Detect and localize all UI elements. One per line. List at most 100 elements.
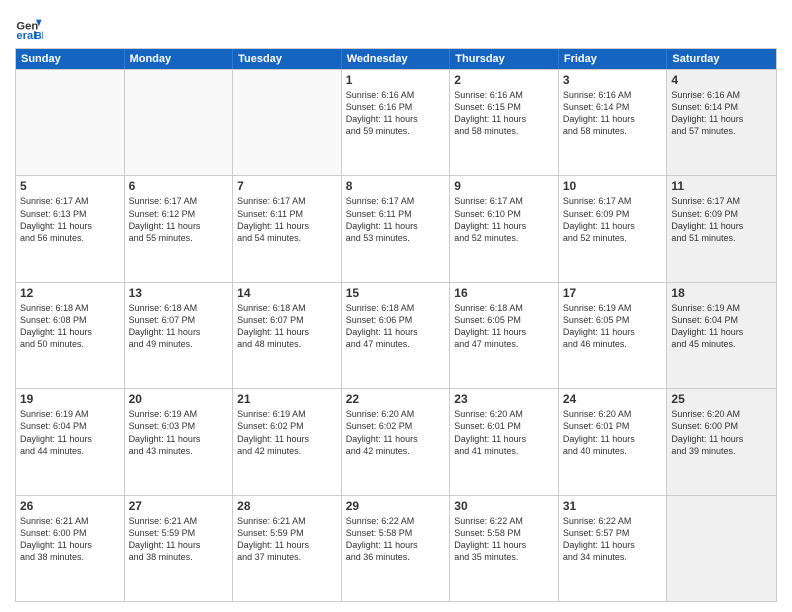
day-number: 2: [454, 73, 554, 87]
day-number: 15: [346, 286, 446, 300]
day-number: 9: [454, 179, 554, 193]
day-number: 3: [563, 73, 663, 87]
calendar-cell: 9 Sunrise: 6:17 AM Sunset: 6:10 PM Daylig…: [450, 176, 559, 281]
day-number: 24: [563, 392, 663, 406]
calendar-cell: 12 Sunrise: 6:18 AM Sunset: 6:08 PM Dayli…: [16, 283, 125, 388]
day-number: 22: [346, 392, 446, 406]
day-number: 19: [20, 392, 120, 406]
logo: Gen eral Blue: [15, 14, 45, 42]
calendar-cell: 15 Sunrise: 6:18 AM Sunset: 6:06 PM Dayli…: [342, 283, 451, 388]
cell-info: Sunrise: 6:18 AM Sunset: 6:08 PM Dayligh…: [20, 302, 120, 351]
day-number: 21: [237, 392, 337, 406]
calendar-cell: 5 Sunrise: 6:17 AM Sunset: 6:13 PM Daylig…: [16, 176, 125, 281]
cell-info: Sunrise: 6:19 AM Sunset: 6:03 PM Dayligh…: [129, 408, 229, 457]
calendar-cell: 31 Sunrise: 6:22 AM Sunset: 5:57 PM Dayli…: [559, 496, 668, 601]
calendar-cell: 22 Sunrise: 6:20 AM Sunset: 6:02 PM Dayli…: [342, 389, 451, 494]
calendar-cell: [16, 70, 125, 175]
calendar-cell: [667, 496, 776, 601]
cell-info: Sunrise: 6:19 AM Sunset: 6:02 PM Dayligh…: [237, 408, 337, 457]
calendar-cell: 27 Sunrise: 6:21 AM Sunset: 5:59 PM Dayli…: [125, 496, 234, 601]
cell-info: Sunrise: 6:17 AM Sunset: 6:10 PM Dayligh…: [454, 195, 554, 244]
day-number: 16: [454, 286, 554, 300]
cell-info: Sunrise: 6:21 AM Sunset: 6:00 PM Dayligh…: [20, 515, 120, 564]
day-number: 27: [129, 499, 229, 513]
cell-info: Sunrise: 6:17 AM Sunset: 6:13 PM Dayligh…: [20, 195, 120, 244]
calendar-cell: 10 Sunrise: 6:17 AM Sunset: 6:09 PM Dayli…: [559, 176, 668, 281]
cell-info: Sunrise: 6:19 AM Sunset: 6:05 PM Dayligh…: [563, 302, 663, 351]
day-number: 4: [671, 73, 772, 87]
weekday-header: Tuesday: [233, 49, 342, 69]
weekday-header: Saturday: [667, 49, 776, 69]
calendar-cell: 14 Sunrise: 6:18 AM Sunset: 6:07 PM Dayli…: [233, 283, 342, 388]
calendar-row: 26 Sunrise: 6:21 AM Sunset: 6:00 PM Dayli…: [16, 495, 776, 601]
calendar-cell: 16 Sunrise: 6:18 AM Sunset: 6:05 PM Dayli…: [450, 283, 559, 388]
cell-info: Sunrise: 6:17 AM Sunset: 6:11 PM Dayligh…: [346, 195, 446, 244]
weekday-header: Thursday: [450, 49, 559, 69]
day-number: 1: [346, 73, 446, 87]
calendar-cell: [233, 70, 342, 175]
day-number: 26: [20, 499, 120, 513]
calendar-row: 12 Sunrise: 6:18 AM Sunset: 6:08 PM Dayli…: [16, 282, 776, 388]
cell-info: Sunrise: 6:22 AM Sunset: 5:58 PM Dayligh…: [346, 515, 446, 564]
day-number: 20: [129, 392, 229, 406]
day-number: 17: [563, 286, 663, 300]
cell-info: Sunrise: 6:16 AM Sunset: 6:15 PM Dayligh…: [454, 89, 554, 138]
day-number: 8: [346, 179, 446, 193]
calendar-cell: 20 Sunrise: 6:19 AM Sunset: 6:03 PM Dayli…: [125, 389, 234, 494]
calendar-row: 19 Sunrise: 6:19 AM Sunset: 6:04 PM Dayli…: [16, 388, 776, 494]
day-number: 7: [237, 179, 337, 193]
calendar-cell: 8 Sunrise: 6:17 AM Sunset: 6:11 PM Daylig…: [342, 176, 451, 281]
calendar-cell: 18 Sunrise: 6:19 AM Sunset: 6:04 PM Dayli…: [667, 283, 776, 388]
day-number: 12: [20, 286, 120, 300]
calendar-cell: 24 Sunrise: 6:20 AM Sunset: 6:01 PM Dayli…: [559, 389, 668, 494]
cell-info: Sunrise: 6:21 AM Sunset: 5:59 PM Dayligh…: [129, 515, 229, 564]
cell-info: Sunrise: 6:19 AM Sunset: 6:04 PM Dayligh…: [671, 302, 772, 351]
day-number: 5: [20, 179, 120, 193]
calendar: SundayMondayTuesdayWednesdayThursdayFrid…: [15, 48, 777, 602]
cell-info: Sunrise: 6:19 AM Sunset: 6:04 PM Dayligh…: [20, 408, 120, 457]
day-number: 23: [454, 392, 554, 406]
cell-info: Sunrise: 6:22 AM Sunset: 5:58 PM Dayligh…: [454, 515, 554, 564]
cell-info: Sunrise: 6:18 AM Sunset: 6:07 PM Dayligh…: [237, 302, 337, 351]
calendar-cell: 29Sunrise: 6:22 AM Sunset: 5:58 PM Dayli…: [342, 496, 451, 601]
day-number: 10: [563, 179, 663, 193]
cell-info: Sunrise: 6:20 AM Sunset: 6:02 PM Dayligh…: [346, 408, 446, 457]
day-number: 31: [563, 499, 663, 513]
calendar-cell: 1Sunrise: 6:16 AM Sunset: 6:16 PM Daylig…: [342, 70, 451, 175]
cell-info: Sunrise: 6:21 AM Sunset: 5:59 PM Dayligh…: [237, 515, 337, 564]
cell-info: Sunrise: 6:18 AM Sunset: 6:05 PM Dayligh…: [454, 302, 554, 351]
calendar-cell: 21 Sunrise: 6:19 AM Sunset: 6:02 PM Dayli…: [233, 389, 342, 494]
cell-info: Sunrise: 6:18 AM Sunset: 6:06 PM Dayligh…: [346, 302, 446, 351]
calendar-cell: 25Sunrise: 6:20 AM Sunset: 6:00 PM Dayli…: [667, 389, 776, 494]
calendar-cell: 13 Sunrise: 6:18 AM Sunset: 6:07 PM Dayli…: [125, 283, 234, 388]
cell-info: Sunrise: 6:20 AM Sunset: 6:01 PM Dayligh…: [563, 408, 663, 457]
cell-info: Sunrise: 6:22 AM Sunset: 5:57 PM Dayligh…: [563, 515, 663, 564]
cell-info: Sunrise: 6:18 AM Sunset: 6:07 PM Dayligh…: [129, 302, 229, 351]
day-number: 28: [237, 499, 337, 513]
cell-info: Sunrise: 6:20 AM Sunset: 6:00 PM Dayligh…: [671, 408, 772, 457]
calendar-cell: 11 Sunrise: 6:17 AM Sunset: 6:09 PM Dayli…: [667, 176, 776, 281]
calendar-cell: 7Sunrise: 6:17 AM Sunset: 6:11 PM Daylig…: [233, 176, 342, 281]
day-number: 30: [454, 499, 554, 513]
calendar-cell: 4 Sunrise: 6:16 AM Sunset: 6:14 PM Daylig…: [667, 70, 776, 175]
day-number: 14: [237, 286, 337, 300]
day-number: 13: [129, 286, 229, 300]
page: Gen eral Blue SundayMondayTuesdayWednesd…: [0, 0, 792, 612]
cell-info: Sunrise: 6:16 AM Sunset: 6:14 PM Dayligh…: [671, 89, 772, 138]
weekday-header: Friday: [559, 49, 668, 69]
svg-text:Blue: Blue: [35, 31, 43, 42]
calendar-row: 5 Sunrise: 6:17 AM Sunset: 6:13 PM Daylig…: [16, 175, 776, 281]
calendar-cell: 19 Sunrise: 6:19 AM Sunset: 6:04 PM Dayli…: [16, 389, 125, 494]
logo-icon: Gen eral Blue: [15, 14, 43, 42]
day-number: 18: [671, 286, 772, 300]
cell-info: Sunrise: 6:17 AM Sunset: 6:12 PM Dayligh…: [129, 195, 229, 244]
day-number: 11: [671, 179, 772, 193]
calendar-cell: 30 Sunrise: 6:22 AM Sunset: 5:58 PM Dayli…: [450, 496, 559, 601]
header: Gen eral Blue: [15, 10, 777, 42]
cell-info: Sunrise: 6:17 AM Sunset: 6:09 PM Dayligh…: [563, 195, 663, 244]
svg-text:eral: eral: [16, 30, 36, 42]
calendar-body: 1Sunrise: 6:16 AM Sunset: 6:16 PM Daylig…: [16, 69, 776, 601]
cell-info: Sunrise: 6:17 AM Sunset: 6:09 PM Dayligh…: [671, 195, 772, 244]
calendar-cell: 3Sunrise: 6:16 AM Sunset: 6:14 PM Daylig…: [559, 70, 668, 175]
day-number: 6: [129, 179, 229, 193]
